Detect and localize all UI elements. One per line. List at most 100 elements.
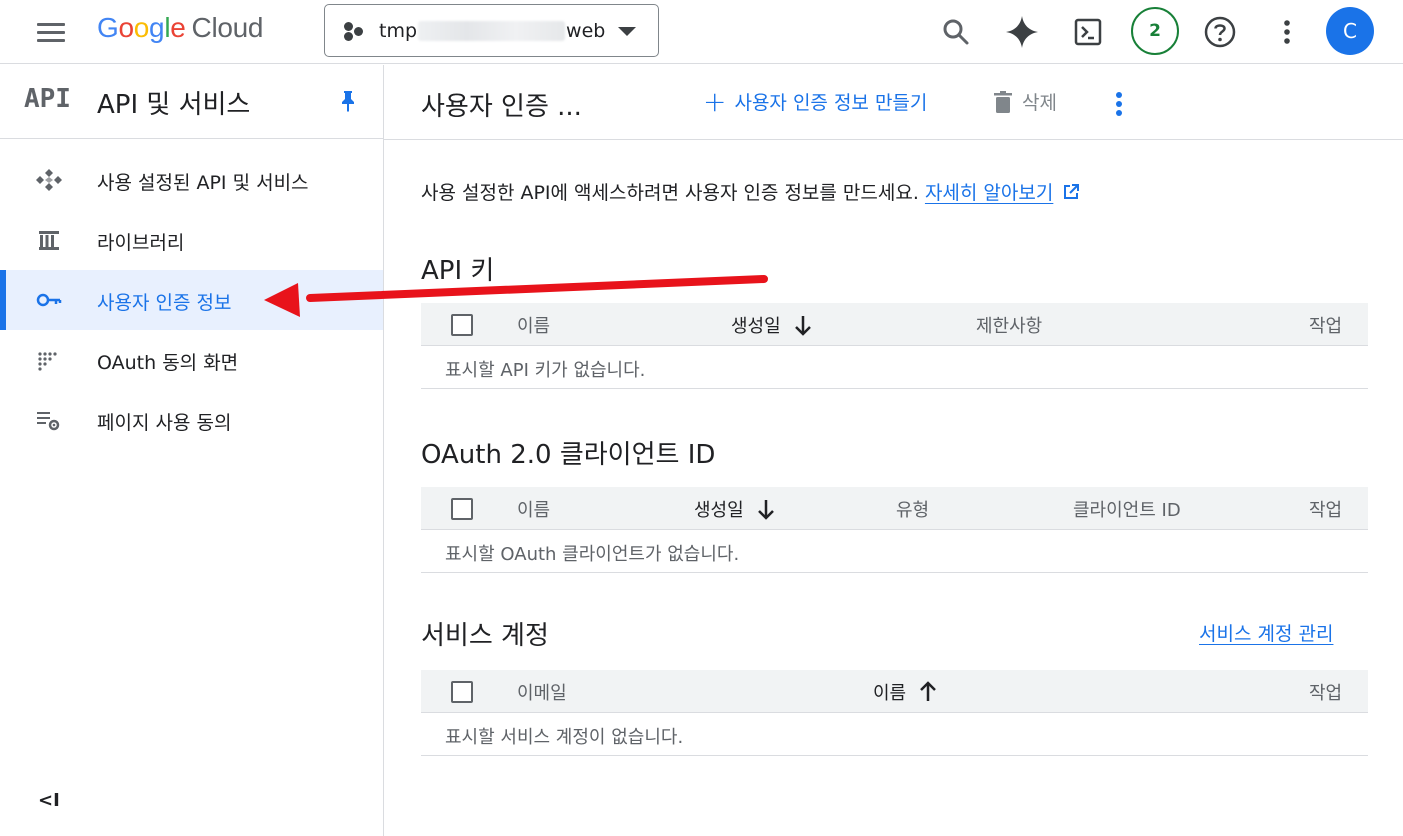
delete-label: 삭제 xyxy=(1022,92,1057,114)
intro-description: 사용 설정한 API에 액세스하려면 사용자 인증 정보를 만드세요. xyxy=(421,182,925,204)
sidebar-item-library[interactable]: 라이브러리 xyxy=(0,210,383,270)
select-all-checkbox[interactable] xyxy=(451,681,473,703)
column-header-name[interactable]: 이름 xyxy=(517,312,550,338)
column-label: 이메일 xyxy=(517,683,567,704)
project-name-suffix: web xyxy=(566,19,606,42)
project-selector[interactable]: tmp web xyxy=(324,4,659,57)
service-accounts-title: 서비스 계정 xyxy=(421,621,549,651)
sidebar-item-oauth-consent[interactable]: OAuth 동의 화면 xyxy=(0,330,383,390)
oauth-empty-row: 표시할 OAuth 클라이언트가 없습니다. xyxy=(421,530,1368,573)
column-header-client-id[interactable]: 클라이언트 ID xyxy=(1073,496,1181,522)
column-header-name[interactable]: 이름 xyxy=(873,679,938,705)
more-vert-icon[interactable] xyxy=(1267,12,1307,52)
sidebar-item-label: 페이지 사용 동의 xyxy=(97,412,232,434)
google-cloud-logo[interactable]: Google Cloud xyxy=(97,12,264,44)
avatar[interactable]: C xyxy=(1326,7,1374,55)
menu-icon[interactable] xyxy=(28,14,74,50)
sidebar-item-label: OAuth 동의 화면 xyxy=(97,352,239,374)
more-vert-icon[interactable] xyxy=(1107,89,1131,119)
column-label: 유형 xyxy=(896,500,930,521)
external-link-icon[interactable] xyxy=(1062,183,1080,201)
main-header: 사용자 인증 ... + 사용자 인증 정보 만들기 삭제 xyxy=(384,65,1403,140)
intro-text: 사용 설정한 API에 액세스하려면 사용자 인증 정보를 만드세요. 자세히 … xyxy=(421,178,1080,205)
project-name: tmp web xyxy=(379,20,605,42)
column-header-actions: 작업 xyxy=(1309,496,1342,522)
logo-letter: o xyxy=(133,12,150,43)
api-logo: API xyxy=(24,84,71,114)
trash-icon xyxy=(994,90,1012,113)
logo-letter: G xyxy=(97,12,119,43)
page-title: 사용자 인증 ... xyxy=(421,92,582,122)
delete-button[interactable]: 삭제 xyxy=(992,88,1057,115)
column-label: 작업 xyxy=(1309,316,1343,337)
settings-list-icon xyxy=(36,408,62,432)
sidebar-item-credentials[interactable]: 사용자 인증 정보 xyxy=(0,270,383,330)
column-header-actions: 작업 xyxy=(1309,679,1342,705)
project-name-prefix: tmp xyxy=(379,19,418,42)
column-header-restrictions[interactable]: 제한사항 xyxy=(976,312,1042,338)
sidebar-item-enabled-apis[interactable]: 사용 설정된 API 및 서비스 xyxy=(0,150,383,210)
create-credentials-label: 사용자 인증 정보 만들기 xyxy=(734,92,928,114)
arrow-up-icon xyxy=(920,681,937,701)
top-bar: Google Cloud tmp web 2 C xyxy=(0,0,1403,64)
logo-cloud-text: Cloud xyxy=(191,12,264,43)
sidebar-item-page-usage-agreements[interactable]: 페이지 사용 동의 xyxy=(0,390,383,450)
empty-message: 표시할 OAuth 클라이언트가 없습니다. xyxy=(445,544,740,565)
sidebar: API API 및 서비스 사용 설정된 API 및 서비스 라이브러리 사용자… xyxy=(0,65,384,836)
service-accounts-table-header: 이메일 이름 작업 xyxy=(421,670,1368,713)
arrow-down-icon xyxy=(794,316,811,336)
oauth-dots-icon xyxy=(36,348,62,372)
column-header-actions: 작업 xyxy=(1309,312,1342,338)
sidebar-item-label: 사용자 인증 정보 xyxy=(97,292,232,314)
sidebar-title: API 및 서비스 xyxy=(97,90,251,120)
column-label: 이름 xyxy=(517,316,551,337)
column-label: 이름 xyxy=(873,683,907,704)
logo-letter: g xyxy=(149,12,165,43)
column-label: 작업 xyxy=(1309,500,1343,521)
project-icon xyxy=(343,20,365,42)
select-all-checkbox[interactable] xyxy=(451,498,473,520)
library-icon xyxy=(36,228,62,252)
oauth-table-header: 이름 생성일 유형 클라이언트 ID 작업 xyxy=(421,487,1368,530)
column-label: 생성일 xyxy=(731,316,781,337)
logo-letter: e xyxy=(170,12,186,43)
column-label: 이름 xyxy=(517,500,551,521)
column-label: 생성일 xyxy=(694,500,744,521)
redacted-project-name xyxy=(418,20,566,41)
api-keys-title: API 키 xyxy=(421,256,495,286)
select-all-checkbox[interactable] xyxy=(451,314,473,336)
column-label: 클라이언트 ID xyxy=(1073,500,1181,521)
chevron-down-icon xyxy=(618,27,636,36)
column-header-created[interactable]: 생성일 xyxy=(694,496,776,522)
api-diamond-icon xyxy=(36,168,62,192)
service-accounts-empty-row: 표시할 서비스 계정이 없습니다. xyxy=(421,713,1368,756)
create-credentials-button[interactable]: + 사용자 인증 정보 만들기 xyxy=(703,84,928,118)
cloud-shell-icon[interactable] xyxy=(1068,12,1108,52)
empty-message: 표시할 API 키가 없습니다. xyxy=(445,360,646,381)
key-icon xyxy=(36,288,62,312)
column-header-created[interactable]: 생성일 xyxy=(731,312,813,338)
column-label: 제한사항 xyxy=(976,316,1043,337)
manage-service-accounts-link[interactable]: 서비스 계정 관리 xyxy=(1199,619,1333,646)
column-header-name[interactable]: 이름 xyxy=(517,496,550,522)
column-label: 작업 xyxy=(1309,683,1343,704)
gemini-icon[interactable] xyxy=(1002,12,1042,52)
help-icon[interactable] xyxy=(1200,12,1240,52)
api-keys-table-header: 이름 생성일 제한사항 작업 xyxy=(421,303,1368,346)
empty-message: 표시할 서비스 계정이 없습니다. xyxy=(445,727,684,748)
api-keys-empty-row: 표시할 API 키가 없습니다. xyxy=(421,346,1368,389)
column-header-type[interactable]: 유형 xyxy=(896,496,929,522)
plus-icon: + xyxy=(703,84,727,118)
arrow-down-icon xyxy=(757,500,774,520)
column-header-email[interactable]: 이메일 xyxy=(517,679,567,705)
sidebar-item-label: 라이브러리 xyxy=(97,232,185,254)
notifications-badge[interactable]: 2 xyxy=(1131,7,1179,55)
oauth-title: OAuth 2.0 클라이언트 ID xyxy=(421,440,716,470)
sidebar-header: API API 및 서비스 xyxy=(0,65,383,139)
sidebar-item-label: 사용 설정된 API 및 서비스 xyxy=(97,172,309,194)
collapse-sidebar-button[interactable]: <I xyxy=(38,790,60,811)
search-icon[interactable] xyxy=(936,12,976,52)
pin-icon[interactable] xyxy=(336,89,360,113)
learn-more-link[interactable]: 자세히 알아보기 xyxy=(925,182,1053,204)
logo-letter: o xyxy=(118,12,134,43)
